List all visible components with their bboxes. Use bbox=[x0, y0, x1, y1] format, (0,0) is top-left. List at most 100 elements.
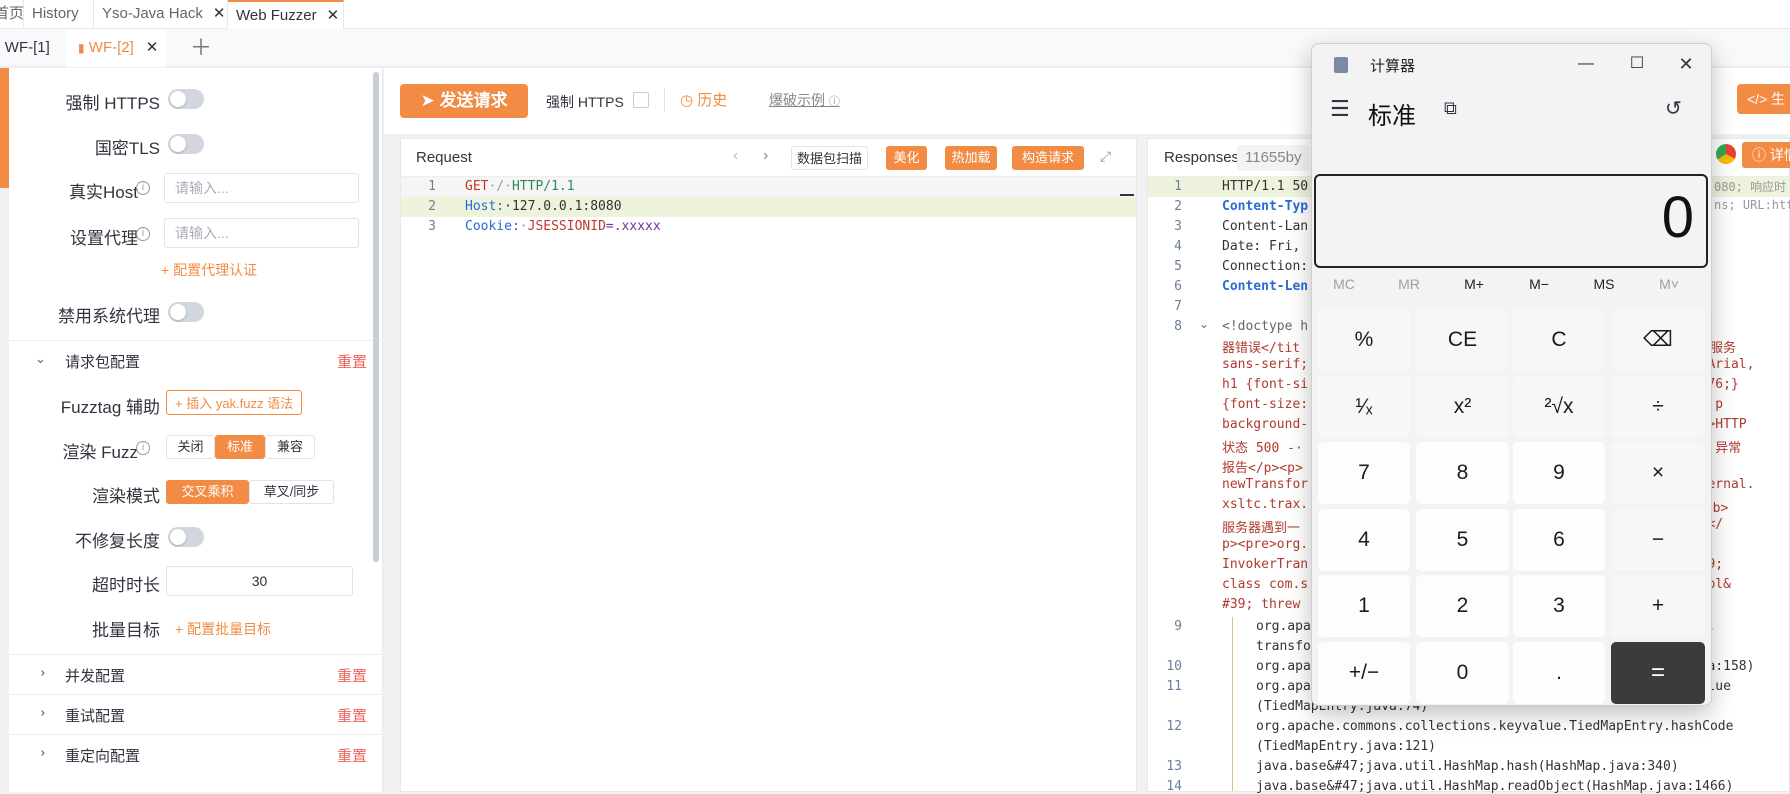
memory-5-button[interactable]: MS bbox=[1574, 276, 1634, 292]
redirect-section[interactable]: ⌄ 重定向配置 重置 bbox=[9, 734, 383, 770]
calc-key[interactable]: 9 bbox=[1513, 442, 1605, 504]
force-https-label: 强制 HTTPS bbox=[65, 94, 160, 113]
code-line: class com.s bbox=[1222, 577, 1309, 592]
proxy-input[interactable]: 请输入... bbox=[164, 218, 359, 248]
file-icon: ▮ bbox=[78, 41, 85, 55]
reset-button[interactable]: 重置 bbox=[337, 665, 367, 686]
calc-key[interactable]: x² bbox=[1416, 375, 1509, 438]
send-request-button[interactable]: ➤ 发送请求 bbox=[400, 84, 528, 118]
history-link[interactable]: ◷ 历史 bbox=[680, 89, 727, 110]
retry-section[interactable]: ⌄ 重试配置 重置 bbox=[9, 694, 383, 730]
calc-key[interactable]: 1 bbox=[1318, 575, 1410, 637]
packet-scan-button[interactable]: 数据包扫描 bbox=[791, 146, 868, 170]
scrollbar[interactable] bbox=[373, 72, 379, 562]
config-panel: 强制 HTTPS 国密TLS 真实Host i 请输入... 设置代理 i 请输… bbox=[9, 68, 383, 792]
calc-key[interactable]: − bbox=[1611, 508, 1705, 571]
render-off-option[interactable]: 关闭 bbox=[166, 435, 215, 459]
calc-key[interactable]: % bbox=[1318, 309, 1410, 371]
indent-guide bbox=[1232, 617, 1233, 791]
chevron-down-icon[interactable]: ⌄ bbox=[1199, 317, 1209, 331]
calc-key[interactable]: 0 bbox=[1416, 641, 1509, 704]
close-icon[interactable]: ✕ bbox=[327, 7, 340, 24]
reset-button[interactable]: 重置 bbox=[337, 745, 367, 766]
calc-key[interactable]: ÷ bbox=[1611, 375, 1705, 438]
menu-icon[interactable]: ☰ bbox=[1330, 96, 1350, 122]
calc-key[interactable]: CE bbox=[1416, 309, 1509, 371]
fullscreen-icon[interactable]: ⤢ bbox=[1100, 148, 1111, 165]
cross-product-option[interactable]: 交叉乘积 bbox=[166, 480, 249, 504]
calc-key[interactable]: . bbox=[1513, 641, 1605, 704]
detail-button[interactable]: ⓘ 详情 bbox=[1742, 142, 1790, 168]
line-number: 7 bbox=[1174, 299, 1182, 314]
tab-wf-2[interactable]: ▮ WF-[2] ✕ bbox=[66, 29, 166, 67]
line-number: 4 bbox=[1174, 239, 1182, 254]
close-icon[interactable]: ✕ bbox=[213, 5, 226, 22]
force-https-checkbox[interactable] bbox=[633, 92, 649, 108]
tab-yso-java-hack[interactable]: Yso-Java Hack ✕ bbox=[94, 0, 228, 29]
calc-key[interactable]: = bbox=[1611, 641, 1705, 704]
example-link[interactable]: 爆破示例 ⓘ bbox=[769, 90, 840, 110]
render-compat-option[interactable]: 兼容 bbox=[265, 435, 315, 459]
tab-home[interactable]: 首页 bbox=[0, 0, 24, 29]
calc-key[interactable]: × bbox=[1611, 442, 1705, 504]
timeout-input[interactable]: 30 bbox=[166, 566, 353, 596]
beautify-button[interactable]: 美化 bbox=[886, 146, 927, 170]
line-number: 12 bbox=[1166, 719, 1182, 734]
force-https-toggle[interactable] bbox=[168, 89, 204, 109]
calc-key[interactable]: ¹⁄ₓ bbox=[1318, 375, 1410, 438]
calc-key[interactable]: 5 bbox=[1416, 508, 1509, 571]
calc-key[interactable]: 7 bbox=[1318, 442, 1410, 504]
code-token: =.xxxxx bbox=[605, 219, 661, 234]
calc-key[interactable]: ²√x bbox=[1513, 375, 1605, 438]
tab-wf-1[interactable]: ▮ WF-[1] bbox=[0, 29, 56, 67]
tab-web-fuzzer[interactable]: Web Fuzzer ✕ bbox=[228, 0, 344, 29]
generate-button[interactable]: </> 生 bbox=[1737, 84, 1790, 114]
help-icon: ⓘ bbox=[828, 96, 840, 108]
close-icon[interactable]: ✕ bbox=[146, 39, 159, 56]
reset-button[interactable]: 重置 bbox=[337, 351, 367, 372]
reset-button[interactable]: 重置 bbox=[337, 705, 367, 726]
no-fix-length-toggle[interactable] bbox=[168, 527, 204, 547]
chrome-icon[interactable] bbox=[1716, 144, 1736, 164]
calc-key[interactable]: 6 bbox=[1513, 508, 1605, 571]
proxy-auth-link[interactable]: + 配置代理认证 bbox=[161, 260, 257, 280]
render-standard-option[interactable]: 标准 bbox=[215, 435, 265, 459]
code-line: HTTP/1.1 50 bbox=[1222, 179, 1309, 194]
chevron-down-icon: ⌄ bbox=[35, 351, 46, 366]
build-request-button[interactable]: 构造请求 bbox=[1012, 146, 1084, 170]
calc-key[interactable]: 4 bbox=[1318, 508, 1410, 571]
minimize-button[interactable]: — bbox=[1564, 49, 1608, 79]
next-icon[interactable]: › bbox=[763, 147, 768, 165]
hotload-button[interactable]: 热加载 bbox=[945, 146, 997, 170]
line-number: 8 bbox=[1174, 319, 1182, 334]
memory-3-button[interactable]: M+ bbox=[1444, 276, 1504, 292]
add-tab-icon[interactable]: ＋ bbox=[190, 29, 212, 67]
history-label: 历史 bbox=[697, 92, 728, 109]
tab-history[interactable]: History bbox=[24, 0, 94, 29]
code-token: Host: bbox=[465, 199, 505, 214]
section-title: 重试配置 bbox=[65, 708, 126, 725]
calc-key[interactable]: C bbox=[1513, 309, 1605, 371]
disable-sys-proxy-toggle[interactable] bbox=[168, 302, 204, 322]
calc-key[interactable]: + bbox=[1611, 575, 1705, 637]
calc-key[interactable]: 8 bbox=[1416, 442, 1509, 504]
memory-6-button: M˅ bbox=[1659, 276, 1679, 292]
calc-key[interactable]: 3 bbox=[1513, 575, 1605, 637]
gm-tls-toggle[interactable] bbox=[168, 134, 204, 154]
prev-icon[interactable]: ‹ bbox=[733, 147, 738, 165]
history-icon[interactable]: ↺ bbox=[1665, 96, 1682, 121]
calc-key[interactable]: +/− bbox=[1318, 641, 1410, 704]
side-collapse-handle[interactable] bbox=[0, 68, 9, 188]
insert-fuzz-button[interactable]: + 插入 yak.fuzz 语法 bbox=[166, 390, 303, 415]
memory-4-button[interactable]: M− bbox=[1509, 276, 1569, 292]
real-host-input[interactable]: 请输入... bbox=[164, 173, 359, 203]
pitchfork-option[interactable]: 草叉/同步 bbox=[249, 480, 334, 504]
close-button[interactable]: ✕ bbox=[1664, 49, 1708, 79]
req-pkg-config-section[interactable]: ⌄ 请求包配置 重置 bbox=[9, 340, 383, 376]
batch-target-link[interactable]: + 配置批量目标 bbox=[175, 619, 271, 639]
calc-key[interactable]: 2 bbox=[1416, 575, 1509, 637]
concurrency-section[interactable]: ⌄ 并发配置 重置 bbox=[9, 654, 383, 690]
maximize-button[interactable]: ☐ bbox=[1615, 49, 1659, 79]
keep-on-top-icon[interactable]: ⧉ bbox=[1444, 98, 1457, 119]
calc-key[interactable]: ⌫ bbox=[1611, 309, 1705, 371]
